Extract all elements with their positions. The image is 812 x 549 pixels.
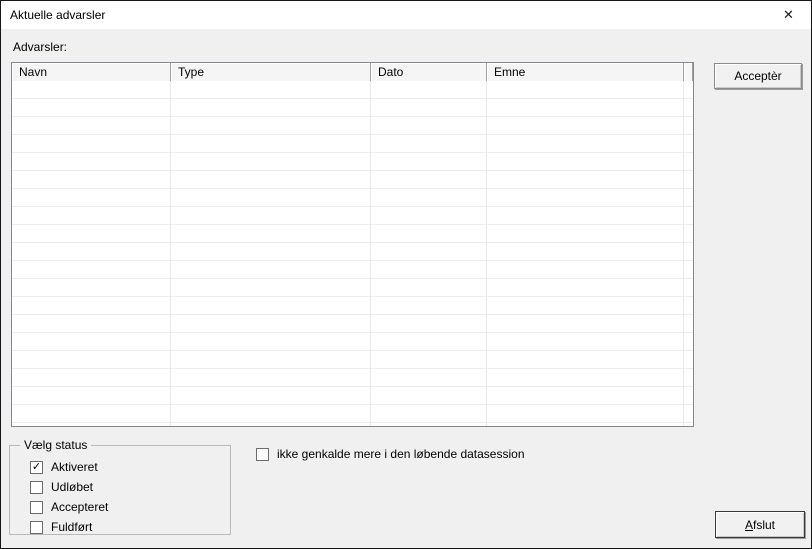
window-title: Aktuelle advarsler — [10, 8, 106, 22]
warnings-label: Advarsler: — [13, 40, 68, 54]
column-header-spacer — [684, 63, 693, 81]
status-group-title: Vælg status — [20, 438, 92, 452]
checkbox-aktiveret[interactable]: ✓ — [30, 460, 43, 474]
status-filter-group: Vælg status ✓ Aktiveret Udløbet Accepteret F… — [9, 438, 231, 537]
exit-button-accesskey: A — [744, 517, 753, 532]
column-header-type[interactable]: Type — [171, 63, 371, 81]
checkbox-label: Aktiveret — [51, 460, 98, 474]
checkbox-label: Fuldført — [51, 520, 93, 534]
table-grid-line — [683, 81, 684, 426]
checkbox-fuldført[interactable] — [30, 520, 43, 534]
close-icon[interactable]: ✕ — [766, 1, 811, 29]
status-options: ✓ Aktiveret Udløbet Accepteret Fuldført — [30, 457, 108, 537]
exit-button-label: fslut — [753, 517, 776, 532]
exit-button[interactable]: Afslut — [715, 511, 805, 538]
table-grid-line — [370, 81, 371, 426]
table-body[interactable] — [12, 81, 693, 426]
column-header-emne[interactable]: Emne — [487, 63, 684, 81]
title-bar: Aktuelle advarsler ✕ — [1, 1, 811, 29]
warnings-table[interactable]: Navn Type Dato Emne — [11, 62, 694, 427]
status-option-accepteret[interactable]: Accepteret — [30, 497, 108, 517]
status-option-fuldført[interactable]: Fuldført — [30, 517, 108, 537]
table-grid-line — [170, 81, 171, 426]
checkbox-label: Accepteret — [51, 500, 109, 514]
status-option-aktiveret[interactable]: ✓ Aktiveret — [30, 457, 108, 477]
dialog-aktuelle-advarsler: Aktuelle advarsler ✕ Advarsler: Navn Type… — [0, 0, 812, 549]
checkbox-udløbet[interactable] — [30, 480, 43, 494]
accept-button[interactable]: Acceptèr — [714, 63, 802, 89]
table-header-row: Navn Type Dato Emne — [12, 63, 693, 81]
table-grid-line — [486, 81, 487, 426]
session-checkbox[interactable] — [256, 447, 269, 461]
checkbox-accepteret[interactable] — [30, 500, 43, 514]
checkbox-label: Udløbet — [51, 480, 94, 494]
status-option-udløbet[interactable]: Udløbet — [30, 477, 108, 497]
session-checkbox-row[interactable]: ikke genkalde mere i den løbende datases… — [256, 447, 525, 461]
session-checkbox-label: ikke genkalde mere i den løbende datases… — [277, 447, 525, 461]
column-header-navn[interactable]: Navn — [12, 63, 171, 81]
column-header-dato[interactable]: Dato — [371, 63, 487, 81]
